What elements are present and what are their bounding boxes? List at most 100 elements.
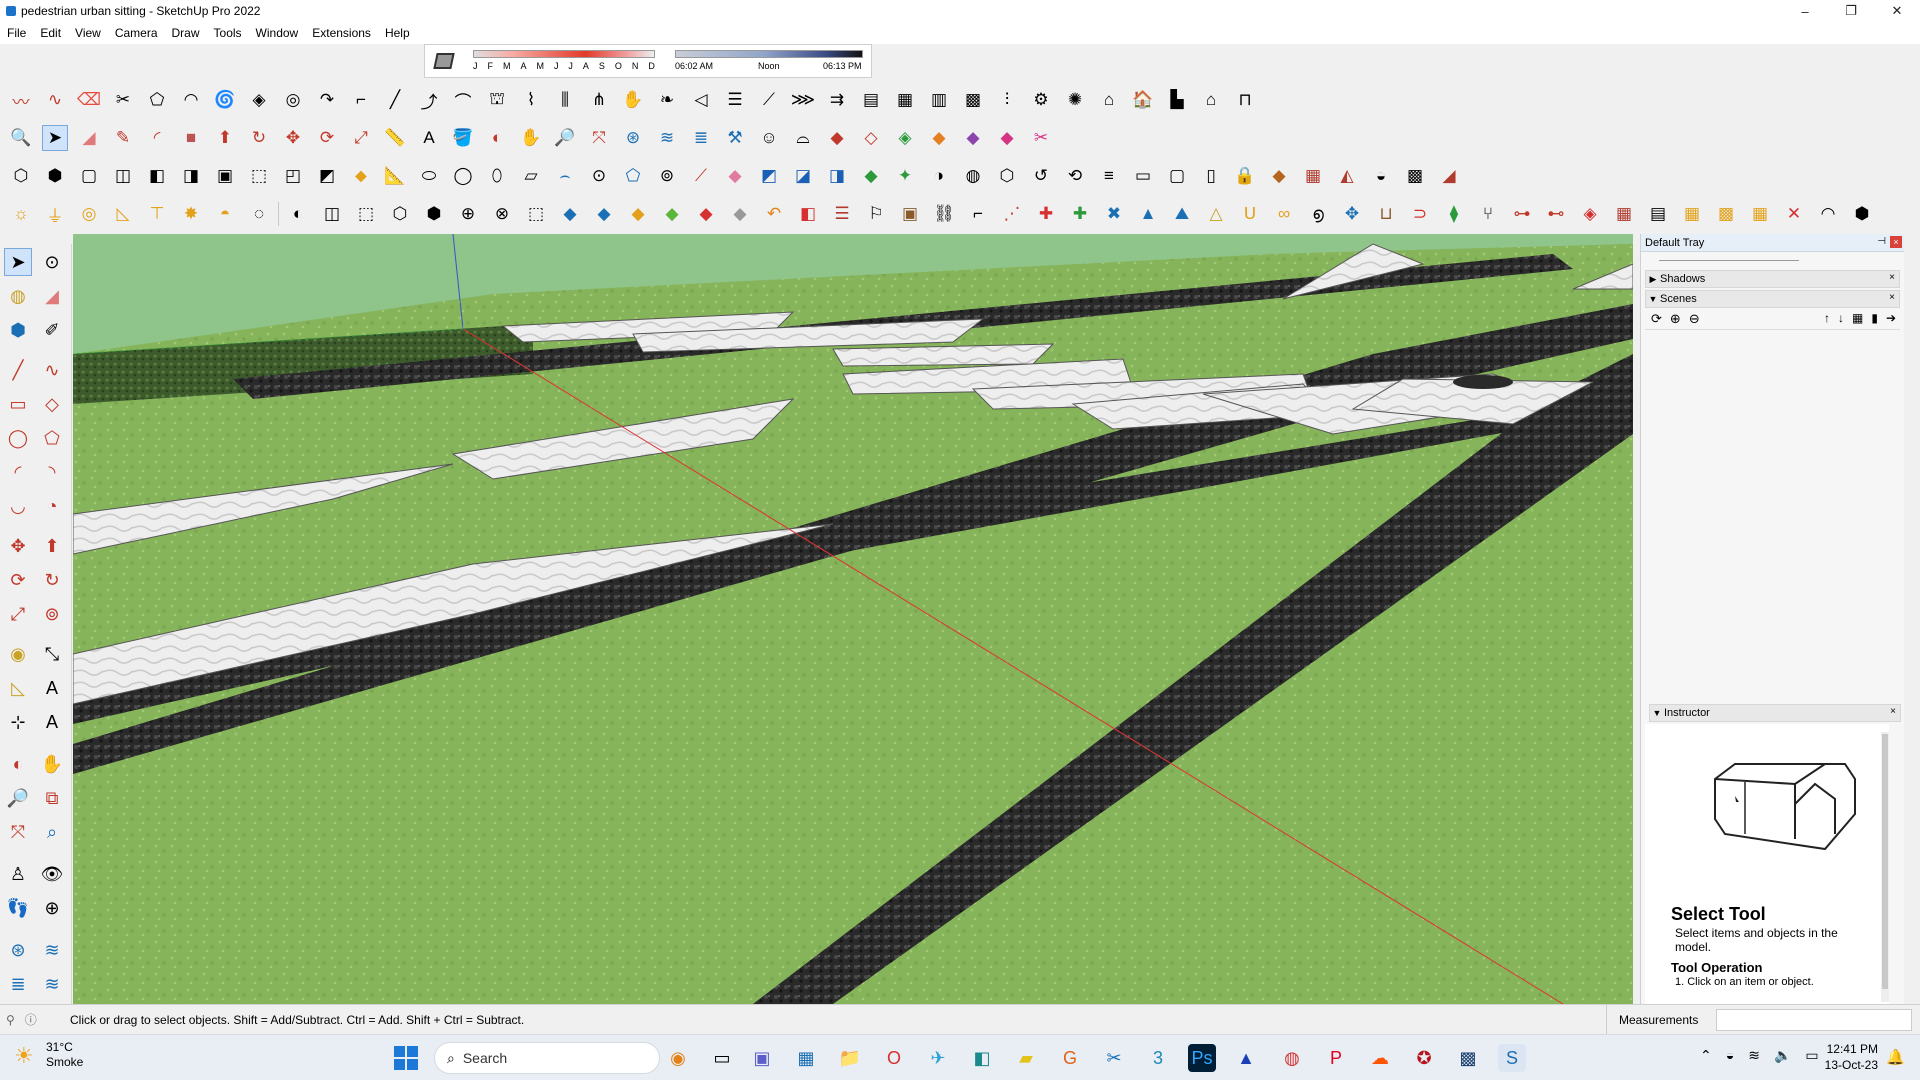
chevron-up-icon[interactable]: ⌃ [1700, 1047, 1712, 1064]
tile-icon[interactable]: ▩ [1402, 163, 1428, 189]
3d-text-icon[interactable]: A [38, 708, 66, 736]
bezier-icon[interactable]: ∿ [42, 87, 68, 113]
scale-box-icon[interactable]: ⬚ [353, 201, 379, 227]
menu-tools[interactable]: Tools [207, 22, 249, 44]
menu-file[interactable]: File [0, 22, 33, 44]
chrome-icon[interactable]: ◍ [1278, 1044, 1306, 1072]
push-pull-icon[interactable]: ⬆ [212, 125, 238, 151]
tree-icon[interactable]: ⧫ [1441, 201, 1467, 227]
telegram-icon[interactable]: ✈ [924, 1044, 952, 1072]
three-point-arc-icon[interactable]: ◡ [4, 492, 32, 520]
crate-icon[interactable]: ▣ [897, 201, 923, 227]
dropper-icon[interactable]: ✐ [38, 316, 66, 344]
user-icon[interactable]: ☺ [756, 125, 782, 151]
sweep-icon[interactable]: ↷ [314, 87, 340, 113]
cube-icon[interactable]: ⬡ [387, 201, 413, 227]
stone-icon[interactable]: ◒ [1368, 163, 1394, 189]
teams-icon[interactable]: ▣ [748, 1044, 776, 1072]
nodes-icon[interactable]: ⋰ [999, 201, 1025, 227]
measurements-input[interactable] [1716, 1009, 1912, 1031]
sphere-icon[interactable]: ◌ [246, 201, 272, 227]
game-icon[interactable]: ✪ [1410, 1044, 1438, 1072]
walk-icon[interactable]: ⬡ [994, 163, 1020, 189]
solid-union-icon[interactable]: ◆ [824, 125, 850, 151]
close-button[interactable]: ✕ [1874, 0, 1920, 22]
app-icon[interactable]: ◧ [968, 1044, 996, 1072]
extension-warehouse-icon[interactable]: ≋ [654, 125, 680, 151]
weather-widget[interactable]: ☀ 31°C Smoke [14, 1040, 83, 1070]
refresh-icon[interactable]: ⟲ [1062, 163, 1088, 189]
ruby-icon[interactable]: ≋ [38, 970, 66, 998]
ring-icon[interactable]: ◎ [280, 87, 306, 113]
minimize-button[interactable]: – [1782, 0, 1828, 22]
section-display-icon[interactable]: ◨ [824, 163, 850, 189]
snap-icon[interactable]: ⊙ [586, 163, 612, 189]
look-around-icon[interactable]: 👁 [38, 860, 66, 888]
zoom-extents-tool-icon[interactable]: ⤧ [4, 818, 32, 846]
premiere-icon[interactable]: ◉ [664, 1044, 692, 1072]
home-outline-icon[interactable]: ⌂ [1198, 87, 1224, 113]
circle-icon[interactable]: ◯ [4, 424, 32, 452]
two-point-arc-icon[interactable]: ◝ [38, 458, 66, 486]
tape-icon[interactable]: ◉ [4, 640, 32, 668]
merge-icon[interactable]: ⊷ [1543, 201, 1569, 227]
text-tool-icon[interactable]: A [38, 674, 66, 702]
arch-icon[interactable]: ⛫ [484, 87, 510, 113]
text-icon[interactable]: A [416, 125, 442, 151]
rail-icon[interactable]: ⋔ [586, 87, 612, 113]
line-icon[interactable]: ╱ [382, 87, 408, 113]
green-star-icon[interactable]: ✦ [892, 163, 918, 189]
cone-icon[interactable]: △ [1203, 201, 1229, 227]
gold-grid-2-icon[interactable]: ▩ [1713, 201, 1739, 227]
close-icon[interactable]: × [1889, 272, 1895, 283]
wireframe-icon[interactable]: ⬚ [246, 163, 272, 189]
left-view-icon[interactable]: ◨ [178, 163, 204, 189]
right-view-icon[interactable]: ◫ [110, 163, 136, 189]
door-icon[interactable]: ▯ [1198, 163, 1224, 189]
profile-icon[interactable]: ⌒ [450, 87, 476, 113]
clock[interactable]: 12:41 PM 13-Oct-23 [1822, 1041, 1878, 1073]
task-view-icon[interactable]: ▭ [708, 1044, 736, 1072]
section-plane-icon[interactable]: ⬭ [416, 163, 442, 189]
blue-x-icon[interactable]: ✖ [1101, 201, 1127, 227]
dimension-icon[interactable]: ⤡ [38, 640, 66, 668]
position-camera-icon[interactable]: ♙ [4, 860, 32, 888]
pie-icon[interactable]: ◔ [38, 492, 66, 520]
curl-icon[interactable]: ↶ [761, 201, 787, 227]
spiral-icon[interactable]: 🌀 [212, 87, 238, 113]
iso-view-icon[interactable]: ⬡ [8, 163, 34, 189]
table-icon[interactable]: ▤ [1645, 201, 1671, 227]
offset-icon[interactable]: ⊚ [38, 600, 66, 628]
photoshop-icon[interactable]: Ps [1188, 1044, 1216, 1072]
blue-plane-2-icon[interactable]: ◆ [591, 201, 617, 227]
roof-icon[interactable]: ⌂ [1096, 87, 1122, 113]
xray-icon[interactable]: ▣ [212, 163, 238, 189]
select-tool-icon[interactable]: ➤ [4, 248, 32, 276]
shed-icon[interactable]: ⊓ [1232, 87, 1258, 113]
yellow-plane-icon[interactable]: ◆ [625, 201, 651, 227]
scissors-icon[interactable]: ✂ [110, 87, 136, 113]
layout-icon[interactable]: ≣ [688, 125, 714, 151]
notification-bell-icon[interactable]: 🔔 [1886, 1048, 1905, 1066]
network-status-icon[interactable]: ◒ [1726, 1047, 1734, 1064]
pin-icon[interactable]: ⊣ [1877, 236, 1886, 247]
panel-shadows[interactable]: ▶ Shadows × [1645, 270, 1900, 288]
pan-icon[interactable]: ✋ [518, 125, 544, 151]
opera-icon[interactable]: O [880, 1044, 908, 1072]
box-icon[interactable]: ⬢ [421, 201, 447, 227]
taskbar-search[interactable]: ⌕ Search [434, 1042, 660, 1074]
paint-icon[interactable]: ◍ [4, 282, 32, 310]
protractor-icon[interactable]: ◺ [110, 201, 136, 227]
sandbox-icon[interactable]: ⌓ [790, 125, 816, 151]
freehand-tool-icon[interactable]: ∿ [38, 356, 66, 384]
circle-tool-icon[interactable]: ◯ [450, 163, 476, 189]
mountain-icon[interactable]: ⛰ [1169, 201, 1195, 227]
magnet-icon[interactable]: ⊃ [1407, 201, 1433, 227]
move-down-icon[interactable]: ↓ [1838, 311, 1844, 325]
start-button[interactable] [394, 1046, 418, 1070]
panel-instructor[interactable]: ▼ Instructor × [1649, 704, 1901, 722]
swirl-icon[interactable]: ൭ [1305, 201, 1331, 227]
solid-split-icon[interactable]: ◆ [960, 125, 986, 151]
green-plus-icon[interactable]: ✚ [1067, 201, 1093, 227]
pencil-icon[interactable]: ✎ [110, 125, 136, 151]
